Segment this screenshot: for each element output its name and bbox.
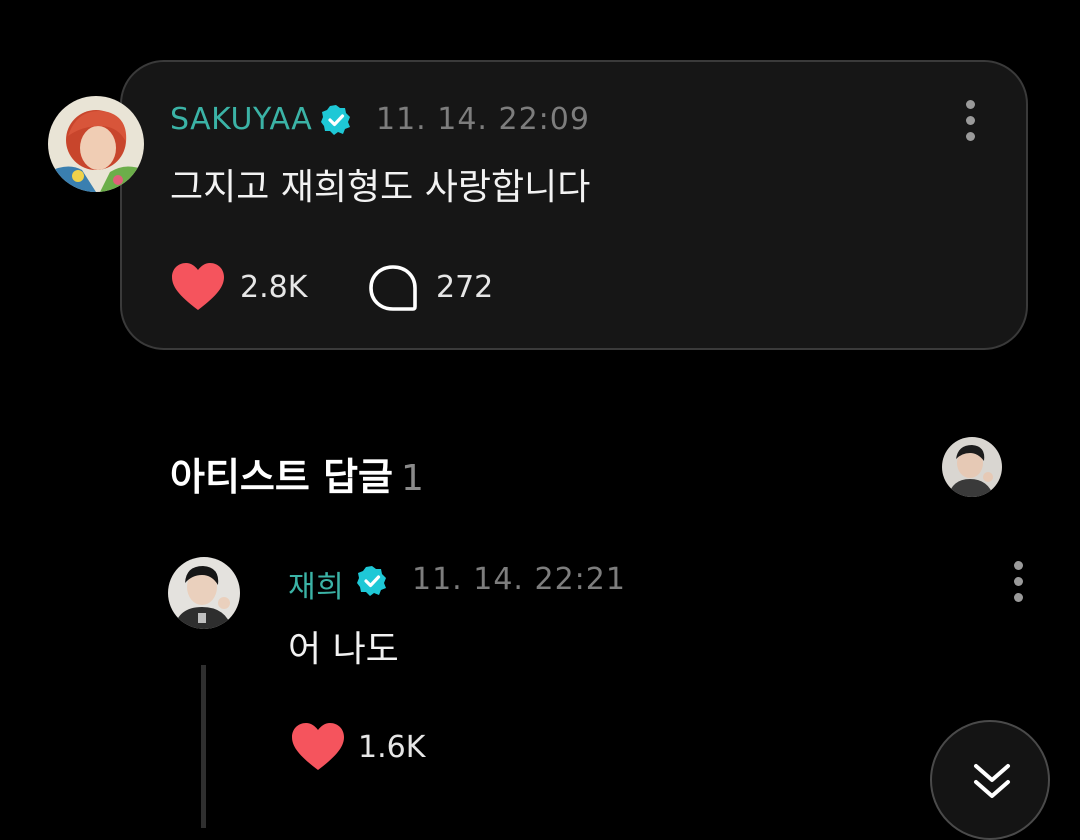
verified-badge-icon — [356, 565, 388, 597]
post-timestamp: 11. 14. 22:09 — [376, 102, 590, 137]
reply-like-count: 1.6K — [358, 730, 426, 765]
reply-text: 어 나도 — [288, 629, 399, 670]
double-chevron-down-icon — [974, 764, 1010, 798]
comment-bubble-icon[interactable] — [368, 264, 418, 314]
post-like-count: 2.8K — [240, 270, 308, 305]
artist-replies-header: 아티스트 답글 1 — [170, 446, 424, 501]
reply-timestamp: 11. 14. 22:21 — [412, 562, 626, 597]
more-vertical-icon[interactable] — [1006, 561, 1030, 605]
more-vertical-icon[interactable] — [958, 100, 982, 144]
verified-badge-icon — [320, 104, 352, 136]
reply-author-avatar[interactable] — [168, 557, 240, 629]
artist-avatar-small[interactable] — [942, 437, 1002, 497]
heart-icon[interactable] — [170, 262, 226, 312]
thread-line — [201, 665, 206, 828]
post-username[interactable]: SAKUYAA — [170, 102, 312, 137]
post-comment-count: 272 — [436, 270, 494, 305]
post-text: 그지고 재희형도 사랑합니다 — [170, 167, 591, 208]
post-author-avatar[interactable] — [48, 96, 144, 192]
artist-replies-title: 아티스트 답글 — [170, 455, 393, 499]
heart-icon[interactable] — [290, 722, 346, 772]
reply-username[interactable]: 재희 — [288, 562, 344, 606]
artist-replies-count: 1 — [401, 458, 424, 499]
scroll-down-button[interactable] — [930, 720, 1050, 840]
